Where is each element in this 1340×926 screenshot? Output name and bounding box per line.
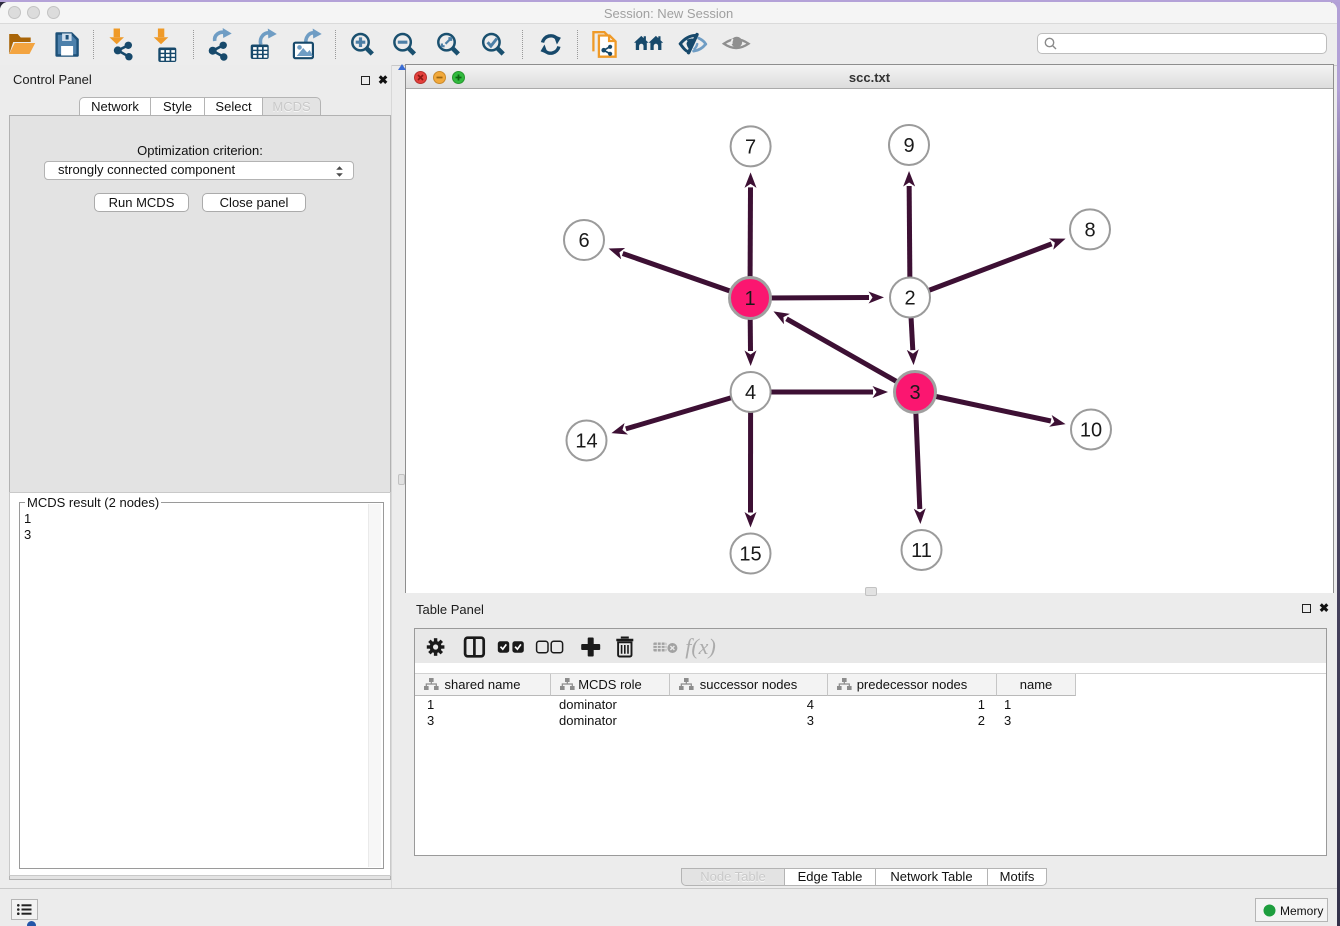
- svg-text:9: 9: [903, 135, 914, 157]
- svg-text:6: 6: [578, 230, 589, 252]
- svg-text:1: 1: [744, 288, 755, 310]
- svg-text:2: 2: [904, 288, 915, 310]
- svg-text:f(x): f(x): [685, 634, 716, 659]
- svg-text:10: 10: [1080, 420, 1102, 442]
- svg-text:8: 8: [1084, 219, 1095, 241]
- svg-text:11: 11: [911, 540, 932, 562]
- svg-text:3: 3: [909, 382, 920, 404]
- svg-text:14: 14: [575, 431, 597, 453]
- svg-text:15: 15: [739, 544, 761, 566]
- svg-text:4: 4: [745, 382, 756, 404]
- svg-text:7: 7: [745, 136, 756, 158]
